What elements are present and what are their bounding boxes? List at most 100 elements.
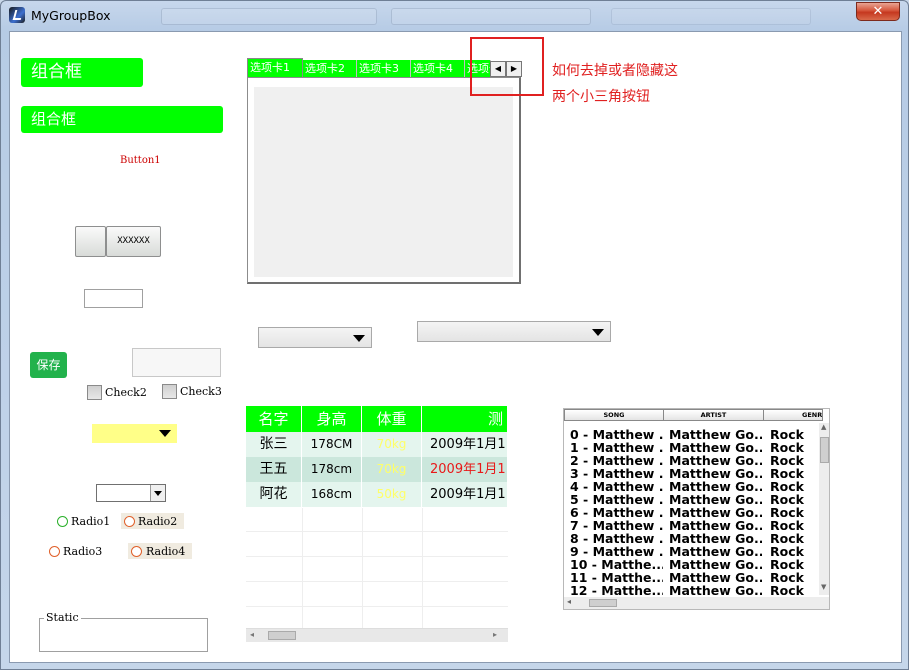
lv-hscroll-thumb[interactable]	[589, 599, 617, 607]
grid-cell-height[interactable]: 178CM	[302, 432, 362, 457]
data-grid[interactable]: 名字 身高 体重 测 张三 178CM 70kg 2009年1月1 王五 178…	[246, 406, 508, 642]
image-button[interactable]	[75, 226, 106, 257]
tab-1[interactable]: 选项卡1	[247, 58, 303, 77]
button1[interactable]: Button1	[120, 155, 161, 166]
lv-cell-artist: Matthew Go...	[669, 480, 762, 493]
check2-box[interactable]	[87, 385, 102, 400]
lv-cell-genre: Rock	[770, 454, 804, 467]
lv-cell-genre: Rock	[770, 584, 804, 597]
small-combo[interactable]	[96, 484, 166, 502]
background-window-tab	[611, 8, 811, 25]
scroll-up-icon[interactable]: ▲	[821, 423, 826, 431]
grid-horizontal-scrollbar[interactable]: ◂ ▸	[246, 628, 508, 642]
lv-cell-genre: Rock	[770, 571, 804, 584]
lv-vscroll-thumb[interactable]	[820, 437, 829, 463]
scroll-right-icon[interactable]: ▸	[493, 630, 497, 639]
grid-cell-weight[interactable]: 50kg	[362, 482, 422, 507]
grid-scroll-thumb[interactable]	[268, 631, 296, 640]
lv-header-genre[interactable]: GENR	[763, 409, 823, 421]
grid-empty-row	[246, 557, 508, 582]
lv-cell-song: 0 - Matthew ...	[570, 428, 663, 441]
combo-1[interactable]	[258, 327, 372, 348]
chevron-down-icon	[159, 430, 171, 437]
xxxxxx-button[interactable]: XXXXXX	[106, 226, 161, 257]
grid-header-test[interactable]: 测	[422, 406, 508, 432]
title-bar[interactable]: MyGroupBox ✕	[1, 1, 908, 31]
window-title: MyGroupBox	[31, 8, 111, 23]
group-box-1: 组合框	[21, 58, 143, 87]
grid-cell-weight[interactable]: 70kg	[362, 457, 422, 482]
grid-cell-date[interactable]: 2009年1月1	[422, 432, 508, 457]
radio1-label: Radio1	[71, 515, 111, 528]
lv-cell-artist: Matthew Go...	[669, 454, 762, 467]
lv-cell-artist: Matthew Go...	[669, 558, 762, 571]
grid-cell-date[interactable]: 2009年1月1	[422, 457, 508, 482]
grid-cell-height[interactable]: 168cm	[302, 482, 362, 507]
yellow-combo[interactable]	[92, 424, 177, 443]
lv-cell-artist: Matthew Go...	[669, 428, 762, 441]
radio4[interactable]	[131, 546, 142, 557]
lv-cell-artist: Matthew Go...	[669, 571, 762, 584]
scroll-left-icon[interactable]: ◂	[567, 597, 571, 606]
radio2[interactable]	[124, 516, 135, 527]
scroll-left-icon[interactable]: ◂	[250, 630, 254, 639]
tab-page-content	[254, 87, 513, 277]
lv-cell-artist: Matthew Go...	[669, 519, 762, 532]
save-button[interactable]: 保存	[30, 352, 67, 378]
grid-divider	[362, 508, 363, 628]
background-window-tab	[161, 8, 377, 25]
lv-cell-song: 4 - Matthew ...	[570, 480, 663, 493]
window-frame: MyGroupBox ✕ 组合框 组合框 Button1 XXXXXX 保存 C…	[0, 0, 909, 670]
lv-cell-artist: Matthew Go...	[669, 532, 762, 545]
radio3[interactable]	[49, 546, 60, 557]
annotation-line2: 两个小三角按钮	[552, 89, 650, 105]
radio1[interactable]	[57, 516, 68, 527]
grid-divider	[422, 508, 423, 628]
lv-cell-artist: Matthew Go...	[669, 584, 762, 597]
list-view[interactable]: SONG ARTIST GENR 0 - Matthew ... Matthew …	[563, 408, 830, 610]
grid-header-name[interactable]: 名字	[246, 406, 302, 432]
grid-header-weight[interactable]: 体重	[362, 406, 422, 432]
check2-label: Check2	[105, 386, 147, 399]
text-box[interactable]	[132, 348, 221, 377]
background-window-tab	[391, 8, 591, 25]
static-label: Static	[44, 611, 81, 624]
grid-cell-date[interactable]: 2009年1月1	[422, 482, 508, 507]
lv-cell-artist: Matthew Go...	[669, 441, 762, 454]
radio4-label: Radio4	[146, 545, 186, 558]
grid-empty-row	[246, 507, 508, 532]
grid-cell-height[interactable]: 178cm	[302, 457, 362, 482]
close-button[interactable]: ✕	[856, 2, 900, 21]
grid-cell-name[interactable]: 张三	[246, 432, 302, 457]
grid-cell-name[interactable]: 王五	[246, 457, 302, 482]
edit-field[interactable]	[84, 289, 143, 308]
lv-cell-genre: Rock	[770, 506, 804, 519]
lv-vertical-scrollbar[interactable]: ▲ ▼	[819, 423, 829, 595]
lv-cell-song: 11 - Matthe...	[570, 571, 663, 584]
check3-box[interactable]	[162, 384, 177, 399]
lv-cell-song: 6 - Matthew ...	[570, 506, 663, 519]
lv-cell-genre: Rock	[770, 480, 804, 493]
lv-header-song[interactable]: SONG	[564, 409, 664, 421]
lv-header-artist[interactable]: ARTIST	[663, 409, 764, 421]
lv-cell-genre: Rock	[770, 532, 804, 545]
grid-cell-weight[interactable]: 70kg	[362, 432, 422, 457]
combo-2[interactable]	[417, 321, 611, 342]
lv-cell-song: 3 - Matthew ...	[570, 467, 663, 480]
grid-header-height[interactable]: 身高	[302, 406, 362, 432]
tab-2[interactable]: 选项卡2	[303, 60, 357, 77]
grid-cell-name[interactable]: 阿花	[246, 482, 302, 507]
lv-cell-song: 7 - Matthew ...	[570, 519, 663, 532]
grid-divider	[302, 508, 303, 628]
chevron-down-icon	[154, 491, 162, 496]
lv-horizontal-scrollbar[interactable]: ◂	[564, 597, 829, 609]
scroll-down-icon[interactable]: ▼	[821, 583, 826, 591]
lv-cell-song: 10 - Matthe...	[570, 558, 663, 571]
lv-cell-song: 2 - Matthew ...	[570, 454, 663, 467]
radio2-label: Radio2	[138, 515, 178, 528]
lv-cell-genre: Rock	[770, 428, 804, 441]
tab-3[interactable]: 选项卡3	[357, 60, 411, 77]
lv-cell-genre: Rock	[770, 558, 804, 571]
annotation-highlight	[470, 37, 544, 96]
tab-4[interactable]: 选项卡4	[411, 60, 465, 77]
